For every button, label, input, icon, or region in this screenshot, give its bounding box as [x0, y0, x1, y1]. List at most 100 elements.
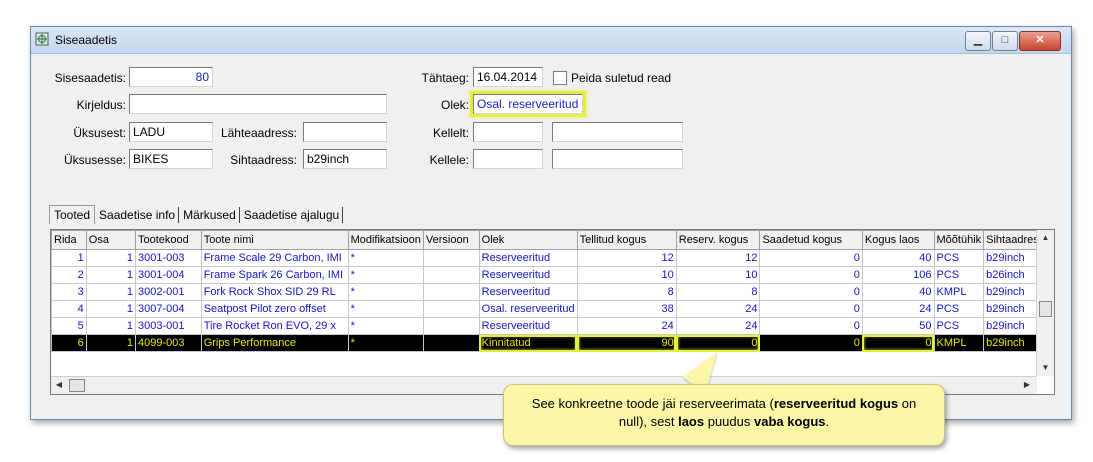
table-cell[interactable]: 38: [576, 300, 677, 318]
table-row[interactable]: 3 1 3002-001 Fork Rock Shox SID 29 RL * Reser…: [51, 283, 1054, 301]
tab-saadetise-ajalugu[interactable]: Saadetise ajalugu: [241, 207, 344, 223]
table-cell[interactable]: 3001-004: [135, 266, 202, 284]
col-header[interactable]: Tellitud kogus: [576, 230, 677, 250]
table-cell[interactable]: Reserveeritud: [478, 266, 578, 284]
table-cell[interactable]: PCS: [933, 300, 985, 318]
tahtaeg-field[interactable]: 16.04.2014: [473, 67, 543, 87]
table-cell[interactable]: 3: [51, 283, 87, 301]
scroll-down-icon[interactable]: ▼: [1037, 360, 1054, 376]
table-cell[interactable]: PCS: [933, 249, 985, 267]
table-cell[interactable]: [422, 283, 480, 301]
table-cell[interactable]: 3003-001: [135, 317, 202, 335]
table-cell[interactable]: KMPL: [933, 334, 985, 352]
table-cell[interactable]: *: [347, 249, 424, 267]
table-cell[interactable]: *: [347, 300, 424, 318]
table-cell[interactable]: [422, 334, 480, 352]
table-cell[interactable]: 1: [85, 266, 137, 284]
table-cell[interactable]: 24: [675, 300, 761, 318]
tab-tooted[interactable]: Tooted: [49, 205, 96, 224]
table-cell[interactable]: 0: [675, 334, 761, 352]
table-cell[interactable]: 3007-004: [135, 300, 202, 318]
olek-field[interactable]: Osal. reserveeritud: [470, 91, 586, 117]
table-cell[interactable]: Reserveeritud: [478, 249, 578, 267]
table-cell[interactable]: Tire Rocket Ron EVO, 29 x: [200, 317, 349, 335]
col-header[interactable]: Modifikatsioon: [347, 230, 424, 250]
table-cell[interactable]: 10: [675, 266, 761, 284]
horizontal-scroll-thumb[interactable]: [69, 379, 85, 392]
table-cell[interactable]: Osal. reserveeritud: [478, 300, 578, 318]
table-cell[interactable]: 1: [85, 334, 137, 352]
uksusesse-field[interactable]: BIKES: [129, 149, 213, 169]
table-cell[interactable]: *: [347, 266, 424, 284]
table-cell[interactable]: 10: [576, 266, 677, 284]
scroll-left-icon[interactable]: ◀: [51, 377, 67, 393]
table-cell[interactable]: Frame Spark 26 Carbon, IMI: [200, 266, 349, 284]
kellele-field-1[interactable]: [473, 149, 543, 169]
table-cell[interactable]: 0: [759, 300, 863, 318]
table-cell[interactable]: 1: [85, 283, 137, 301]
table-cell[interactable]: Reserveeritud: [478, 317, 578, 335]
table-cell[interactable]: Seatpost Pilot zero offset: [200, 300, 349, 318]
table-cell[interactable]: 1: [51, 249, 87, 267]
table-cell[interactable]: 8: [576, 283, 677, 301]
table-cell[interactable]: 4: [51, 300, 87, 318]
scroll-up-icon[interactable]: ▲: [1037, 230, 1054, 246]
col-header[interactable]: Rida: [51, 230, 87, 250]
peida-suletud-checkbox[interactable]: [553, 71, 567, 85]
col-header[interactable]: Olek: [478, 230, 578, 250]
kellelt-field-1[interactable]: [473, 122, 543, 142]
tab-saadetise-info[interactable]: Saadetise info: [96, 207, 180, 223]
col-header[interactable]: Reserv. kogus: [675, 230, 761, 250]
maximize-button[interactable]: □: [992, 31, 1018, 51]
table-row[interactable]: 6 1 4099-003 Grips Performance * Kinnitatud 90…: [51, 334, 1054, 352]
col-header[interactable]: Osa: [85, 230, 137, 250]
col-header[interactable]: Versioon: [422, 230, 480, 250]
minimize-button[interactable]: ▁: [965, 31, 991, 51]
col-header[interactable]: Tootekood: [135, 230, 202, 250]
table-cell[interactable]: Frame Scale 29 Carbon, IMI: [200, 249, 349, 267]
table-row[interactable]: 4 1 3007-004 Seatpost Pilot zero offset * Osa…: [51, 300, 1054, 318]
table-cell[interactable]: PCS: [933, 266, 985, 284]
table-cell[interactable]: 1: [85, 300, 137, 318]
tab-markused[interactable]: Märkused: [180, 207, 240, 223]
table-cell[interactable]: 24: [861, 300, 935, 318]
table-cell[interactable]: 5: [51, 317, 87, 335]
kellele-field-2[interactable]: [552, 149, 683, 169]
table-row[interactable]: 1 1 3001-003 Frame Scale 29 Carbon, IMI * Res…: [51, 249, 1054, 267]
table-cell[interactable]: 40: [861, 283, 935, 301]
table-cell[interactable]: 3002-001: [135, 283, 202, 301]
lahteaadress-field[interactable]: [303, 122, 387, 142]
sihtaadress-field[interactable]: b29inch: [303, 149, 387, 169]
table-cell[interactable]: 2: [51, 266, 87, 284]
table-cell[interactable]: 0: [861, 334, 935, 352]
table-cell[interactable]: Kinnitatud: [478, 334, 578, 352]
kirjeldus-field[interactable]: [129, 94, 387, 114]
table-cell[interactable]: 90: [576, 334, 677, 352]
table-cell[interactable]: KMPL: [933, 283, 985, 301]
col-header[interactable]: Mõõtühik: [933, 230, 985, 250]
table-cell[interactable]: 40: [861, 249, 935, 267]
col-header[interactable]: Saadetud kogus: [759, 230, 863, 250]
col-header[interactable]: Kogus laos: [861, 230, 935, 250]
table-cell[interactable]: 12: [675, 249, 761, 267]
table-cell[interactable]: 1: [85, 249, 137, 267]
close-button[interactable]: ✕: [1019, 31, 1061, 51]
table-cell[interactable]: 0: [759, 249, 863, 267]
table-cell[interactable]: 6: [51, 334, 87, 352]
uksusest-field[interactable]: LADU: [129, 122, 213, 142]
table-cell[interactable]: 0: [759, 266, 863, 284]
table-cell[interactable]: *: [347, 334, 424, 352]
table-cell[interactable]: 24: [675, 317, 761, 335]
table-cell[interactable]: 1: [85, 317, 137, 335]
kellelt-field-2[interactable]: [552, 122, 683, 142]
table-cell[interactable]: 4099-003: [135, 334, 202, 352]
vertical-scroll-thumb[interactable]: [1039, 301, 1052, 317]
table-cell[interactable]: 3001-003: [135, 249, 202, 267]
table-cell[interactable]: 0: [759, 317, 863, 335]
table-cell[interactable]: *: [347, 317, 424, 335]
table-cell[interactable]: 50: [861, 317, 935, 335]
table-cell[interactable]: Grips Performance: [200, 334, 349, 352]
table-cell[interactable]: [422, 249, 480, 267]
table-cell[interactable]: [422, 266, 480, 284]
table-cell[interactable]: 0: [759, 283, 863, 301]
